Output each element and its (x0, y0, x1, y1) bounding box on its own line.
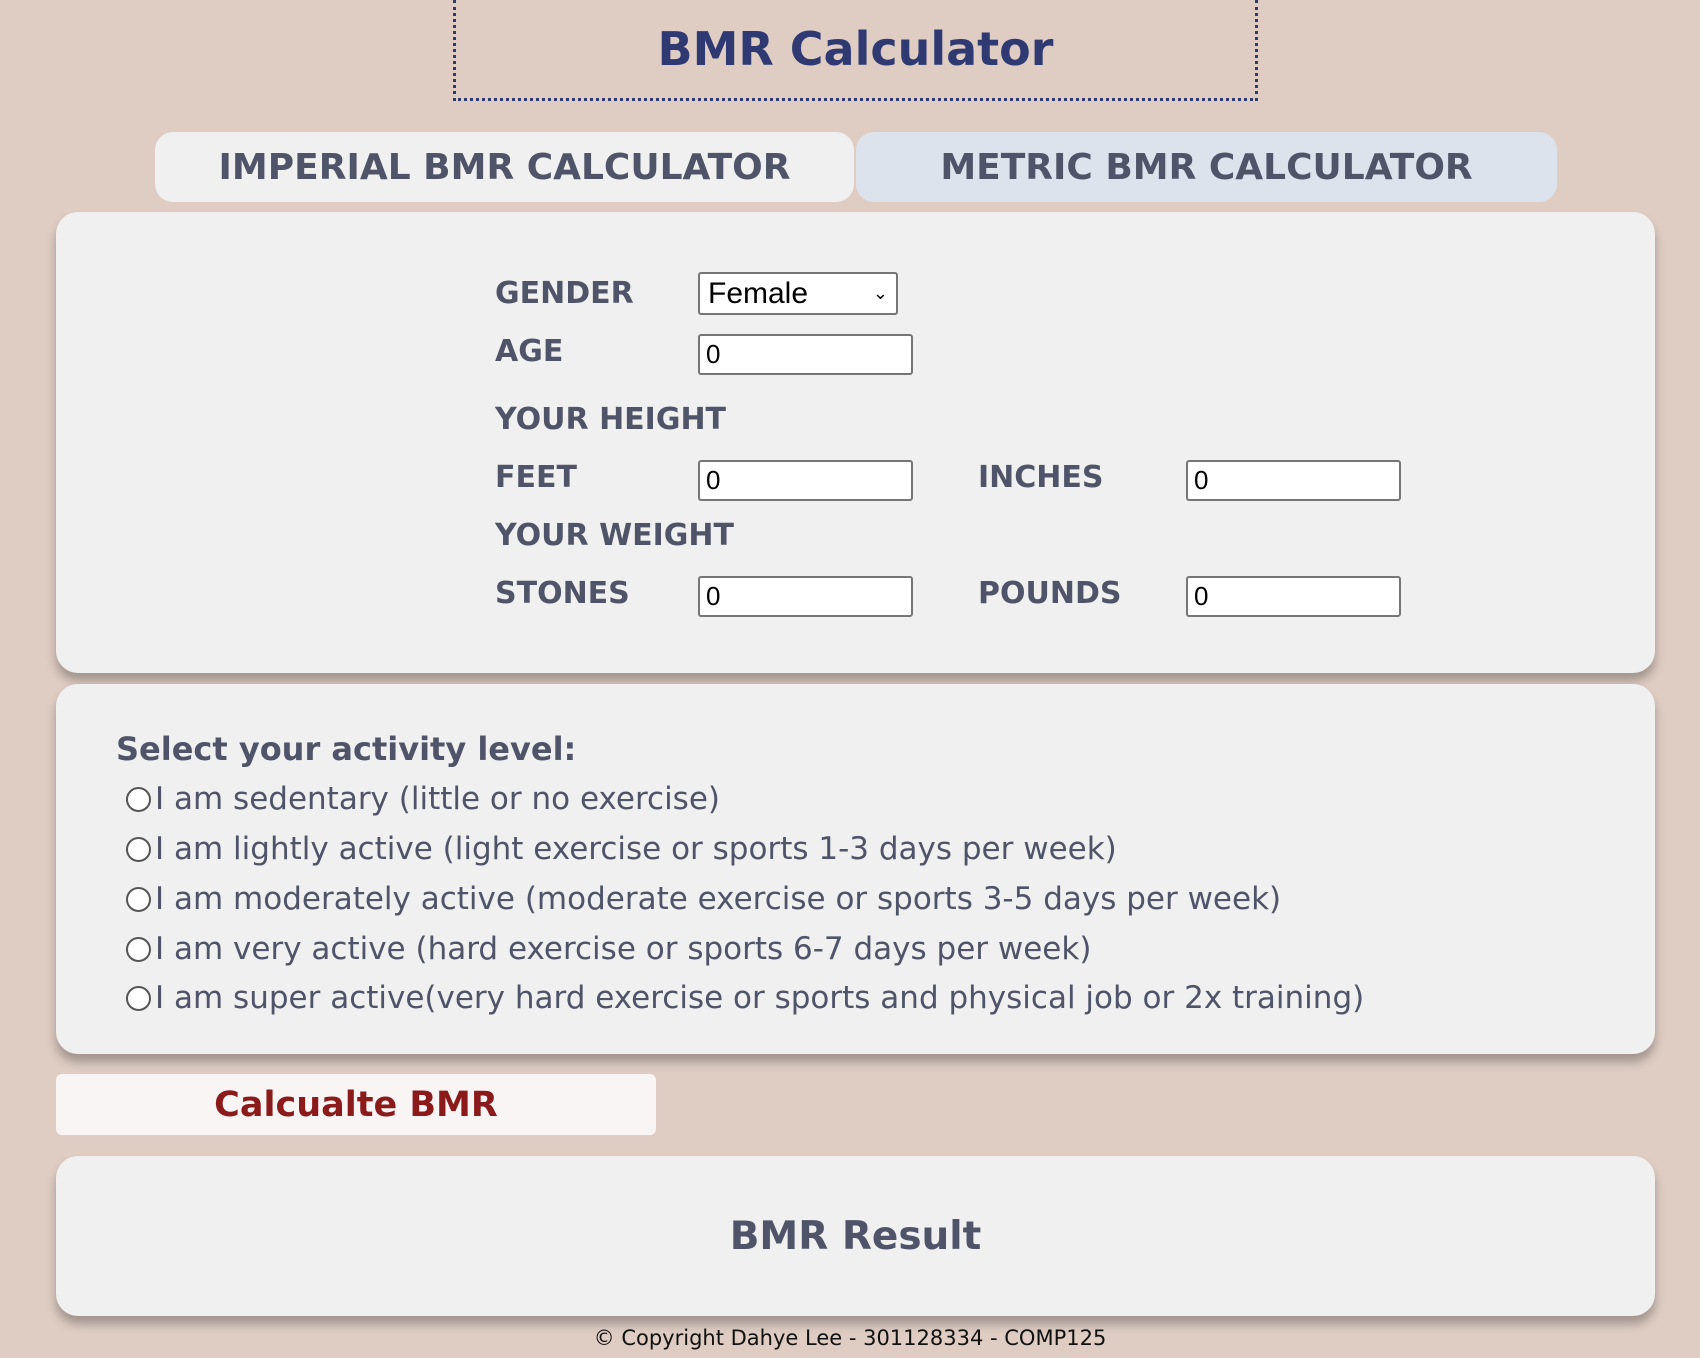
feet-input[interactable]: 0 (698, 460, 913, 501)
age-input[interactable]: 0 (698, 334, 913, 375)
pounds-input[interactable]: 0 (1186, 576, 1401, 617)
radio-button[interactable] (126, 936, 151, 962)
gender-value: Female (708, 277, 809, 310)
radio-button[interactable] (126, 985, 151, 1011)
activity-option-very[interactable]: I am very active (hard exercise or sport… (126, 931, 1091, 967)
inches-label: INCHES (978, 460, 1104, 495)
option-label: I am lightly active (light exercise or s… (155, 831, 1117, 867)
feet-label: FEET (495, 460, 577, 495)
age-label: AGE (495, 334, 564, 369)
activity-option-super[interactable]: I am super active(very hard exercise or … (126, 980, 1364, 1016)
inches-input[interactable]: 0 (1186, 460, 1401, 501)
result-panel: BMR Result (56, 1156, 1655, 1316)
option-label: I am sedentary (little or no exercise) (155, 781, 720, 817)
tab-imperial[interactable]: IMPERIAL BMR CALCULATOR (155, 132, 854, 202)
activity-heading: Select your activity level: (116, 730, 577, 768)
activity-option-sedentary[interactable]: I am sedentary (little or no exercise) (126, 781, 720, 817)
pounds-label: POUNDS (978, 576, 1122, 611)
option-label: I am very active (hard exercise or sport… (155, 931, 1092, 967)
tab-metric[interactable]: METRIC BMR CALCULATOR (856, 132, 1557, 202)
option-label: I am moderately active (moderate exercis… (155, 881, 1282, 917)
result-text: BMR Result (729, 1213, 982, 1259)
radio-button[interactable] (126, 886, 151, 912)
footer-copyright: © Copyright Dahye Lee - 301128334 - COMP… (593, 1326, 1107, 1350)
activity-option-light[interactable]: I am lightly active (light exercise or s… (126, 831, 1117, 867)
gender-select[interactable]: Female ⌄ (698, 272, 898, 315)
stones-label: STONES (495, 576, 630, 611)
option-label: I am super active(very hard exercise or … (155, 980, 1365, 1016)
activity-option-moderate[interactable]: I am moderately active (moderate exercis… (126, 881, 1281, 917)
stones-input[interactable]: 0 (698, 576, 913, 617)
calculate-bmr-button[interactable]: Calcualte BMR (56, 1074, 656, 1135)
gender-label: GENDER (495, 276, 634, 311)
chevron-down-icon: ⌄ (872, 283, 888, 303)
weight-heading: YOUR WEIGHT (495, 518, 735, 553)
page-title: BMR Calculator (453, 0, 1258, 101)
radio-button[interactable] (126, 786, 151, 812)
radio-button[interactable] (126, 836, 151, 862)
height-heading: YOUR HEIGHT (495, 402, 727, 437)
